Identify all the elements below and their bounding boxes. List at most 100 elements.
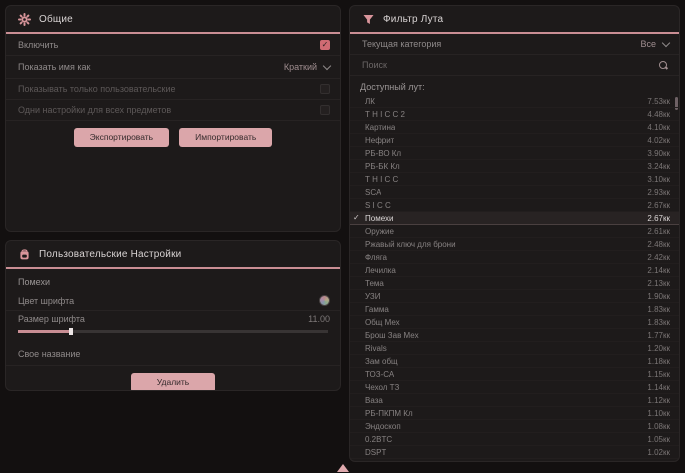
loot-item-price: 2.14кк	[647, 266, 670, 275]
delete-row: Удалить	[6, 366, 340, 391]
loot-item-price: 2.61кк	[647, 227, 670, 236]
loot-item-name: Rivals	[365, 344, 387, 353]
loot-item-row[interactable]: ✓ 0.2BTC 1.05кк	[350, 433, 679, 446]
import-button[interactable]: Импортировать	[179, 128, 272, 147]
category-label: Текущая категория	[362, 39, 441, 49]
delete-button[interactable]: Удалить	[131, 373, 215, 391]
loot-item-row[interactable]: ✓ Общ Мех 1.83кк	[350, 316, 679, 329]
loot-item-name: Т Н I С С	[365, 175, 398, 184]
loot-item-price: 1.14кк	[647, 383, 670, 392]
export-import-row: Экспортировать Импортировать	[6, 121, 340, 155]
loot-item-row[interactable]: ✓ Эндоскоп 1.08кк	[350, 420, 679, 433]
loot-item-row[interactable]: ✓ Ваза 1.12кк	[350, 394, 679, 407]
loot-item-name: Общ Мех	[365, 318, 400, 327]
loot-list: ✓ ЛК 7.53кк ✓ Т Н I С С 2 4.48кк ✓ Карти…	[350, 95, 679, 461]
loot-item-row[interactable]: ✓ УЗИ 1.90кк	[350, 290, 679, 303]
custom-name-input[interactable]: Свое название	[18, 349, 80, 359]
search-row[interactable]: Поиск	[350, 55, 679, 76]
loot-item-row[interactable]: ✓ ТОЗ-СА 1.15кк	[350, 368, 679, 381]
loot-item-row[interactable]: ✓ Т Н I С С 2 4.48кк	[350, 108, 679, 121]
loot-item-name: Тема	[365, 279, 384, 288]
loot-item-name: РБ-ВО Кл	[365, 149, 401, 158]
funnel-icon	[362, 13, 375, 26]
loot-item-row[interactable]: ✓ Чехол ТЗ 1.14кк	[350, 381, 679, 394]
enable-checkbox[interactable]	[320, 40, 330, 50]
font-size-slider[interactable]	[18, 330, 328, 333]
loot-item-row[interactable]: ✓ Rivals 1.20кк	[350, 342, 679, 355]
right-column: Фильтр Лута Текущая категория Все Поиск …	[349, 5, 680, 468]
mod-settings-page: Общие Включить Показать имя как Краткий …	[0, 0, 685, 473]
loot-item-row[interactable]: ✓ Картина 4.10кк	[350, 121, 679, 134]
loot-item-name: Оружие	[365, 227, 394, 236]
loot-item-price: 4.10кк	[647, 123, 670, 132]
only-custom-label: Показывать только пользовательские	[18, 84, 176, 94]
chevron-down-icon	[662, 38, 670, 46]
loot-item-row[interactable]: ✓ Зам общ 1.18кк	[350, 355, 679, 368]
loot-item-price: 2.13кк	[647, 279, 670, 288]
category-value: Все	[640, 39, 656, 49]
loot-item-row[interactable]: ✓ Ржавый ключ для брони 2.48кк	[350, 238, 679, 251]
loot-item-row[interactable]: ✓ Нефрит 4.02кк	[350, 134, 679, 147]
show-name-row: Показать имя как Краткий	[6, 56, 340, 79]
custom-settings-panel: Пользовательские Настройки Помехи Цвет ш…	[5, 240, 341, 391]
font-color-label: Цвет шрифта	[18, 296, 74, 306]
selected-item-name: Помехи	[6, 269, 340, 291]
loot-item-row[interactable]: ✓ РБ-БК Кл 3.24кк	[350, 160, 679, 173]
show-name-value: Краткий	[284, 62, 317, 72]
only-custom-row: Показывать только пользовательские	[6, 79, 340, 100]
loot-item-name: Гамма	[365, 305, 389, 314]
loot-item-row[interactable]: ✓ ЛК 7.53кк	[350, 95, 679, 108]
check-icon: ✓	[353, 213, 360, 222]
search-icon[interactable]	[658, 60, 669, 71]
font-size-label: Размер шрифта	[18, 314, 85, 324]
slider-fill	[18, 330, 71, 333]
loot-item-row[interactable]: ✓ Гамма 1.83кк	[350, 303, 679, 316]
gear-icon	[18, 13, 31, 26]
font-size-row: Размер шрифта 11.00	[6, 311, 340, 327]
loot-item-name: ЛК	[365, 97, 375, 106]
loot-item-row[interactable]: ✓ Оружие 2.61кк	[350, 225, 679, 238]
collapse-arrow-icon[interactable]	[337, 464, 349, 472]
loot-item-price: 3.24кк	[647, 162, 670, 171]
loot-item-row[interactable]: ✓ РБ-ВО Кл 3.90кк	[350, 147, 679, 160]
general-panel-title: Общие	[39, 14, 73, 25]
loot-item-price: 1.12кк	[647, 396, 670, 405]
loot-item-row[interactable]: ✓ Т Н I С С 3.10кк	[350, 173, 679, 186]
loot-item-name: Брош Зав Мех	[365, 331, 419, 340]
loot-item-name: Ваза	[365, 396, 383, 405]
loot-item-name: УЗИ	[365, 292, 381, 301]
loot-item-price: 1.08кк	[647, 422, 670, 431]
only-custom-checkbox[interactable]	[320, 84, 330, 94]
show-name-label: Показать имя как	[18, 62, 90, 72]
export-button[interactable]: Экспортировать	[74, 128, 169, 147]
color-picker-icon[interactable]	[319, 295, 330, 306]
loot-item-row[interactable]: ✓ DSPT 1.02кк	[350, 446, 679, 459]
loot-item-name: ТОЗ-СА	[365, 370, 394, 379]
loot-filter-panel: Фильтр Лута Текущая категория Все Поиск …	[349, 5, 680, 462]
search-input[interactable]: Поиск	[362, 60, 387, 70]
loot-item-name: Зам общ	[365, 357, 398, 366]
font-color-row: Цвет шрифта	[6, 291, 340, 311]
loot-item-row[interactable]: ✓ Фляга 2.42кк	[350, 251, 679, 264]
loot-item-row[interactable]: ✓ Помехи 2.67кк	[350, 212, 679, 225]
loot-item-row[interactable]: ✓ S I С С 2.67кк	[350, 199, 679, 212]
loot-item-price: 1.15кк	[647, 370, 670, 379]
show-name-dropdown[interactable]: Краткий	[284, 62, 330, 72]
loot-item-name: DSPT	[365, 448, 386, 457]
loot-item-row[interactable]: ✓ Тема 2.13кк	[350, 277, 679, 290]
category-dropdown[interactable]: Все	[640, 39, 669, 49]
category-row: Текущая категория Все	[350, 34, 679, 55]
slider-handle[interactable]	[69, 328, 73, 335]
loot-item-price: 3.90кк	[647, 149, 670, 158]
same-settings-checkbox[interactable]	[320, 105, 330, 115]
available-loot-label: Доступный лут:	[350, 76, 679, 95]
loot-filter-title: Фильтр Лута	[383, 14, 443, 25]
loot-item-row[interactable]: ✓ РБ-ПКПМ Кл 1.10кк	[350, 407, 679, 420]
loot-item-row[interactable]: ✓ SCA 2.93кк	[350, 186, 679, 199]
loot-item-row[interactable]: ✓ Брош Зав Мех 1.77кк	[350, 329, 679, 342]
custom-name-row: Свое название	[6, 342, 340, 366]
loot-item-name: РБ-ПКПМ Кл	[365, 409, 413, 418]
loot-item-row[interactable]: ✓ Лечилка 2.14кк	[350, 264, 679, 277]
loot-item-name: Картина	[365, 123, 395, 132]
custom-settings-header: Пользовательские Настройки	[6, 241, 340, 269]
